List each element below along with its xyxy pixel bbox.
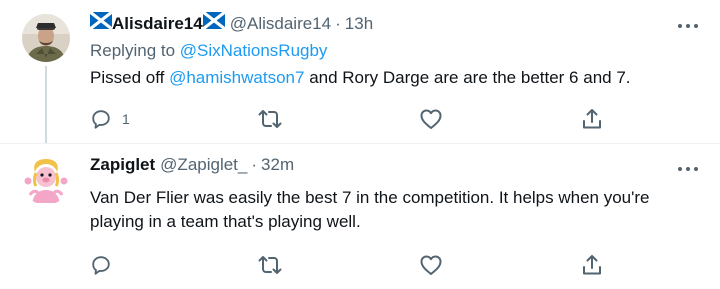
- share-button[interactable]: [581, 253, 603, 277]
- share-icon[interactable]: [581, 254, 603, 276]
- retweet-icon[interactable]: [258, 254, 282, 276]
- tweet-text: Van Der Flier was easily the best 7 in t…: [90, 188, 650, 231]
- tweet-text: Pissed off @hamishwatson7 and Rory Darge…: [90, 66, 700, 90]
- tweet-header: Alisdaire14 @Alisdaire14 · 13h: [89, 10, 373, 35]
- tweet-mention[interactable]: @hamishwatson7: [169, 68, 304, 87]
- timestamp[interactable]: 13h: [345, 13, 373, 35]
- share-button[interactable]: [581, 107, 603, 131]
- scotland-flag-icon: [89, 10, 113, 35]
- retweet-button[interactable]: [258, 253, 282, 277]
- avatar[interactable]: [22, 157, 70, 205]
- tweet-alisdaire14[interactable]: Alisdaire14 @Alisdaire14 · 13h Replying …: [0, 0, 720, 143]
- reply-icon[interactable]: [90, 254, 112, 276]
- action-bar: 1: [90, 107, 710, 131]
- retweet-button[interactable]: [258, 107, 282, 131]
- like-icon[interactable]: [419, 254, 443, 276]
- reply-button[interactable]: 1: [90, 107, 130, 131]
- reply-button[interactable]: [90, 253, 112, 277]
- thread-connector: [45, 66, 47, 143]
- tweet-zapiglet[interactable]: Zapiglet @Zapiglet_ · 32m Van Der Flier …: [0, 143, 720, 289]
- display-name[interactable]: Alisdaire14: [112, 13, 203, 35]
- handle[interactable]: @Alisdaire14: [230, 13, 331, 35]
- reply-icon[interactable]: [90, 108, 112, 130]
- share-icon[interactable]: [581, 108, 603, 130]
- replying-to-mention[interactable]: @SixNationsRugby: [180, 41, 328, 60]
- like-button[interactable]: [419, 107, 443, 131]
- separator-dot: ·: [251, 155, 258, 174]
- like-button[interactable]: [419, 253, 443, 277]
- tweet-text-before: Pissed off: [90, 68, 170, 87]
- reply-count: 1: [122, 111, 130, 127]
- separator-dot: ·: [335, 13, 341, 33]
- replying-to-line: Replying to @SixNationsRugby: [90, 40, 327, 62]
- retweet-icon[interactable]: [258, 108, 282, 130]
- timestamp[interactable]: 32m: [261, 154, 294, 176]
- more-icon[interactable]: [676, 18, 700, 28]
- display-name[interactable]: Zapiglet: [90, 154, 155, 176]
- action-bar: [90, 253, 710, 277]
- replying-to-label: Replying to: [90, 41, 180, 60]
- more-icon[interactable]: [676, 161, 700, 171]
- handle[interactable]: @Zapiglet_: [160, 154, 247, 176]
- scotland-flag-icon: [201, 10, 226, 35]
- tweet-header: Zapiglet @Zapiglet_ · 32m: [90, 154, 294, 176]
- like-icon[interactable]: [419, 108, 443, 130]
- avatar[interactable]: [22, 14, 70, 62]
- tweet-text-after: and Rory Darge are are the better 6 and …: [304, 68, 631, 87]
